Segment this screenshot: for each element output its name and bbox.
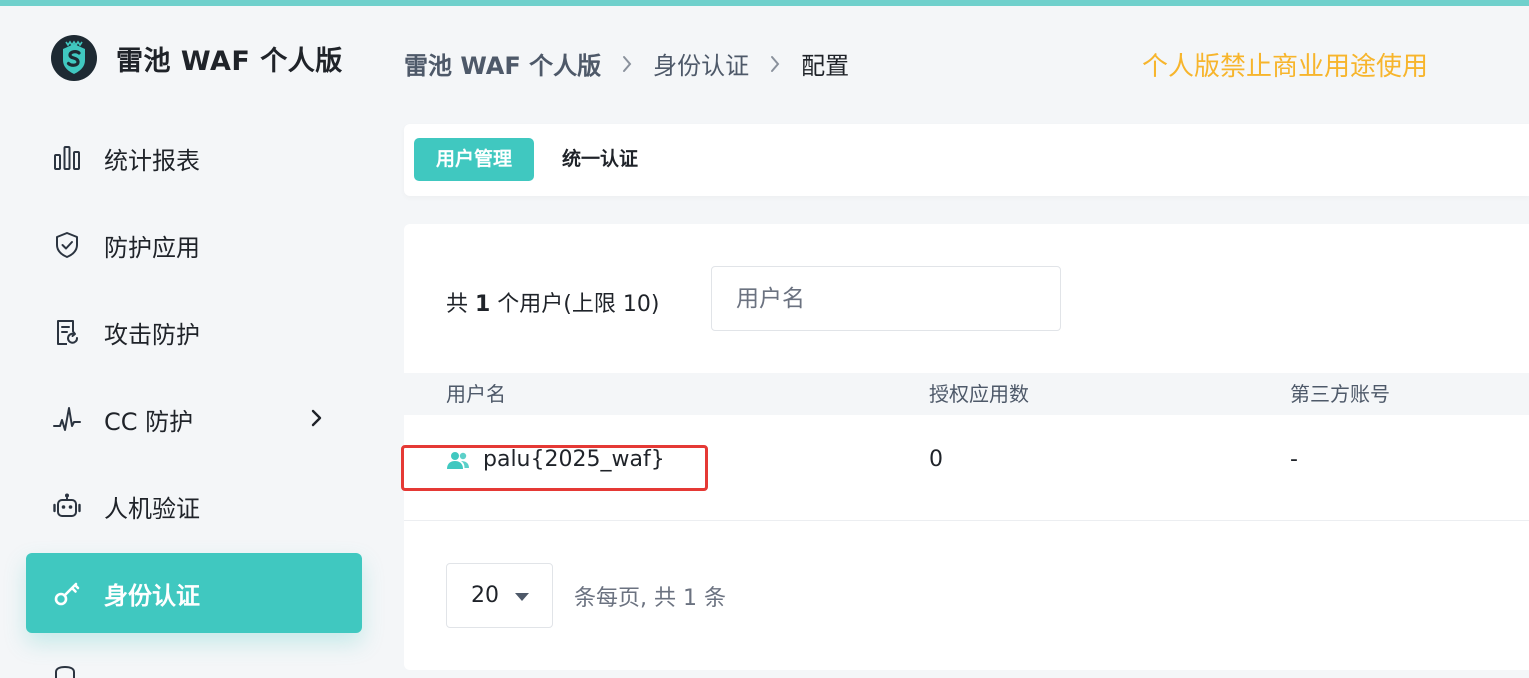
sidebar-item-protected-apps[interactable]: 防护应用 xyxy=(26,205,362,285)
sidebar-item-label: 统计报表 xyxy=(104,146,200,175)
column-header-third-party: 第三方账号 xyxy=(1290,382,1390,406)
license-notice: 个人版禁止商业用途使用 xyxy=(1142,52,1429,82)
app-title: 雷池 WAF 个人版 xyxy=(116,45,343,77)
users-icon xyxy=(447,452,469,469)
sidebar-item-identity-auth[interactable]: 身份认证 xyxy=(26,553,362,633)
tabs-bar: 用户管理 统一认证 xyxy=(404,124,1529,196)
summary-suffix: 个用户(上限 10) xyxy=(490,292,660,317)
user-list-panel: 共 1 个用户(上限 10) 用户名 授权应用数 第三方账号 palu{2025… xyxy=(401,224,1529,670)
table-row[interactable]: palu{2025_waf} 0 - xyxy=(401,415,1529,521)
username-search-input[interactable] xyxy=(711,266,1061,331)
shield-check-icon xyxy=(52,230,82,260)
sidebar-item-cc-protection[interactable]: CC 防护 xyxy=(26,379,362,459)
column-header-username: 用户名 xyxy=(446,382,506,406)
sidebar-item-captcha[interactable]: 人机验证 xyxy=(26,466,362,546)
column-header-authorized-apps: 授权应用数 xyxy=(929,382,1029,406)
summary-prefix: 共 xyxy=(446,292,475,317)
sidebar-item-attack-protection[interactable]: 攻击防护 xyxy=(26,292,362,372)
sidebar-item-label: 人机验证 xyxy=(104,494,200,523)
caret-down-icon xyxy=(515,593,529,601)
sidebar-item-statistics[interactable]: 统计报表 xyxy=(26,118,362,198)
pagination-summary: 条每页, 共 1 条 xyxy=(574,586,726,611)
breadcrumb: 雷池 WAF 个人版 身份认证 配置 xyxy=(404,46,849,81)
breadcrumb-item-home[interactable]: 雷池 WAF 个人版 xyxy=(404,46,601,81)
sidebar-item-label: 攻击防护 xyxy=(104,320,200,349)
username-cell[interactable]: palu{2025_waf} xyxy=(446,445,665,475)
username-text: palu{2025_waf} xyxy=(483,447,665,472)
top-accent-bar xyxy=(0,0,1529,6)
sidebar-nav: 统计报表 防护应用 攻击防护 CC 防护 人机验证 身份认证 xyxy=(26,118,362,640)
key-icon xyxy=(52,578,82,608)
table-header: 用户名 授权应用数 第三方账号 xyxy=(404,373,1529,415)
third-party-account-cell: - xyxy=(1290,447,1298,472)
tab-user-management[interactable]: 用户管理 xyxy=(414,138,535,181)
robot-icon xyxy=(52,491,82,521)
page-size-value: 20 xyxy=(471,583,499,608)
breadcrumb-item-identity[interactable]: 身份认证 xyxy=(653,46,749,81)
app-logo[interactable]: 雷池 WAF 个人版 xyxy=(50,34,343,82)
partial-nav-icon xyxy=(55,666,75,678)
breadcrumb-separator-icon xyxy=(623,55,632,72)
page-size-select[interactable]: 20 xyxy=(446,563,553,628)
bar-chart-icon xyxy=(52,143,82,173)
tab-unified-auth[interactable]: 统一认证 xyxy=(540,138,660,181)
sidebar-item-label: 身份认证 xyxy=(104,581,200,610)
user-count: 1 xyxy=(475,292,491,317)
pulse-icon xyxy=(52,404,82,434)
chevron-right-icon[interactable] xyxy=(310,407,324,429)
breadcrumb-item-config: 配置 xyxy=(801,52,850,80)
sidebar-item-label: CC 防护 xyxy=(104,407,194,436)
sidebar-item-label: 防护应用 xyxy=(104,233,200,262)
document-refresh-icon xyxy=(52,317,82,347)
breadcrumb-separator-icon xyxy=(771,55,780,72)
user-count-summary: 共 1 个用户(上限 10) xyxy=(446,286,659,318)
safeline-logo-icon xyxy=(51,35,97,81)
authorized-apps-cell: 0 xyxy=(929,447,943,472)
